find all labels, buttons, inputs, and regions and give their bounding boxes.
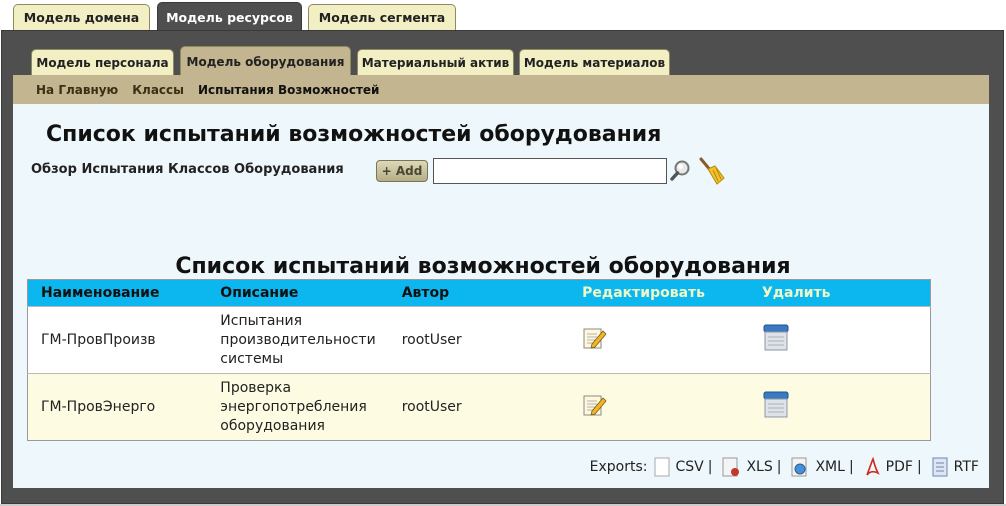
breadcrumb-classes[interactable]: Классы — [132, 83, 184, 97]
clear-broom-icon[interactable] — [696, 156, 726, 190]
tab-material-model[interactable]: Модель материалов — [519, 49, 670, 75]
description-line: производительности — [220, 331, 376, 348]
content-area: Список испытаний возможностей оборудован… — [13, 104, 989, 488]
tab-physical-asset[interactable]: Материальный актив — [357, 49, 514, 75]
top-tab-bar: Модель домена Модель ресурсов Модель сег… — [0, 0, 1006, 32]
table-row: ГМ-ПровПроизв Испытания производительност… — [27, 306, 931, 374]
page-title: Список испытаний возможностей оборудован… — [46, 122, 662, 147]
table-title: Список испытаний возможностей оборудован… — [175, 254, 791, 279]
delete-icon[interactable] — [762, 323, 790, 357]
tab-personnel-model[interactable]: Модель персонала — [31, 49, 174, 75]
export-csv-label: CSV — [675, 459, 704, 475]
csv-file-icon — [654, 457, 669, 477]
cell-delete — [748, 306, 931, 374]
cell-edit — [569, 373, 749, 441]
cell-description: Испытания производительности системы — [207, 306, 389, 374]
search-icon[interactable] — [670, 159, 692, 185]
export-separator: | — [848, 459, 854, 475]
cell-name: ГМ-ПровЭнерго — [27, 373, 208, 441]
exports-bar: Exports: CSV | XLS | XML | PDF | RTF — [590, 457, 979, 477]
column-header-author[interactable]: Автор — [388, 279, 570, 307]
breadcrumb-home[interactable]: На Главную — [36, 83, 118, 97]
filter-label: Обзор Испытания Классов Оборудования — [31, 162, 344, 177]
edit-icon[interactable] — [582, 325, 608, 355]
xls-file-icon — [722, 457, 740, 477]
description-line: системы — [220, 350, 284, 367]
table-row: ГМ-ПровЭнерго Проверка энергопотребления о… — [27, 373, 931, 441]
add-button[interactable]: + Add — [376, 160, 428, 182]
export-csv[interactable]: CSV — [648, 457, 704, 477]
delete-icon[interactable] — [762, 390, 790, 424]
export-xml[interactable]: XML — [785, 457, 845, 477]
description-line: Испытания — [220, 312, 303, 329]
cell-edit — [569, 306, 749, 374]
tab-domain-model[interactable]: Модель домена — [13, 4, 150, 30]
export-xls[interactable]: XLS — [716, 457, 773, 477]
cell-name: ГМ-ПровПроизв — [27, 306, 208, 374]
export-separator: | — [707, 459, 713, 475]
export-xls-label: XLS — [746, 459, 773, 475]
table-header-row: Наименование Описание Автор Редактироват… — [27, 279, 931, 307]
cell-author: rootUser — [388, 306, 570, 374]
column-header-delete: Удалить — [748, 279, 931, 307]
column-header-edit: Редактировать — [569, 279, 749, 307]
tests-table: Наименование Описание Автор Редактироват… — [27, 279, 931, 441]
description-line: оборудования — [220, 417, 325, 434]
column-header-description[interactable]: Описание — [207, 279, 389, 307]
cell-delete — [748, 373, 931, 441]
tab-equipment-model[interactable]: Модель оборудования — [180, 46, 351, 76]
exports-label: Exports: — [589, 459, 648, 475]
cell-author: rootUser — [388, 373, 570, 441]
export-xml-label: XML — [815, 459, 845, 475]
column-header-name[interactable]: Наименование — [27, 279, 208, 307]
search-input[interactable] — [433, 158, 667, 184]
export-pdf-label: PDF — [885, 459, 913, 475]
tab-segment-model[interactable]: Модель сегмента — [308, 4, 456, 30]
tab-resource-model[interactable]: Модель ресурсов — [157, 2, 302, 32]
pdf-file-icon — [865, 457, 880, 476]
breadcrumb: На Главную Классы Испытания Возможностей — [13, 75, 989, 104]
export-rtf[interactable]: RTF — [926, 457, 979, 477]
export-rtf-label: RTF — [953, 459, 979, 475]
description-line: энергопотребления — [220, 398, 367, 415]
description-line: Проверка — [220, 379, 292, 396]
export-separator: | — [916, 459, 922, 475]
export-pdf[interactable]: PDF — [858, 457, 913, 477]
xml-file-icon — [791, 457, 807, 477]
export-separator: | — [776, 459, 782, 475]
rtf-file-icon — [932, 457, 948, 477]
breadcrumb-current: Испытания Возможностей — [198, 82, 380, 97]
edit-icon[interactable] — [582, 392, 608, 422]
cell-description: Проверка энергопотребления оборудования — [207, 373, 389, 441]
